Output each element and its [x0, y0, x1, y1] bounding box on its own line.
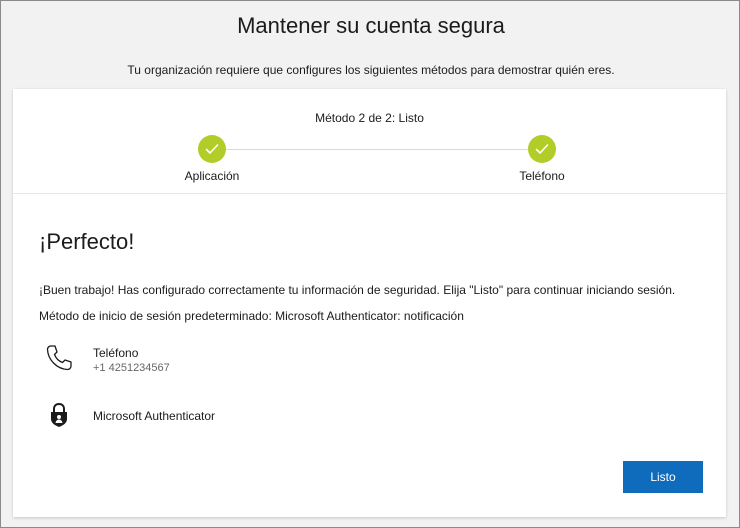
done-button[interactable]: Listo	[623, 461, 703, 493]
phone-icon	[43, 342, 75, 374]
step-phone-circle	[528, 135, 556, 163]
success-content: ¡Perfecto! ¡Buen trabajo! Has configurad…	[39, 229, 719, 427]
page-subtitle: Tu organización requiere que configures …	[127, 63, 615, 77]
step-phone-label: Teléfono	[519, 169, 565, 183]
step-phone: Teléfono	[482, 135, 602, 183]
step-application: Aplicación	[152, 135, 272, 183]
checkmark-icon	[535, 144, 549, 154]
setup-card: Método 2 de 2: Listo Aplicación Teléfono	[13, 89, 726, 517]
method-authenticator: Microsoft Authenticator	[39, 399, 439, 435]
progress-indicator: Método 2 de 2: Listo Aplicación Teléfono	[13, 89, 726, 194]
method-phone-name: Teléfono	[93, 346, 139, 360]
method-phone-number: +1 4251234567	[93, 362, 170, 374]
success-heading: ¡Perfecto!	[39, 229, 135, 254]
page-title: Mantener su cuenta segura	[237, 13, 505, 38]
method-phone: Teléfono +1 4251234567	[39, 342, 439, 378]
checkmark-icon	[205, 144, 219, 154]
window-frame: Mantener su cuenta segura Tu organizació…	[0, 0, 740, 528]
success-message: ¡Buen trabajo! Has configurado correctam…	[39, 283, 676, 297]
default-method-text: Método de inicio de sesión predeterminad…	[39, 309, 464, 323]
authenticator-lock-icon	[43, 399, 75, 431]
step-application-circle	[198, 135, 226, 163]
method-authenticator-name: Microsoft Authenticator	[93, 409, 216, 423]
step-application-label: Aplicación	[184, 169, 240, 183]
step-counter: Método 2 de 2: Listo	[315, 111, 424, 125]
